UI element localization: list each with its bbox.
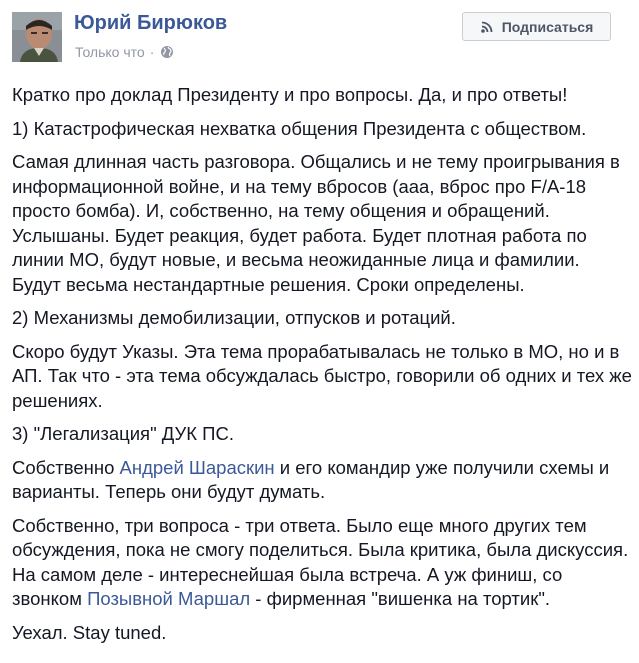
post-meta: Только что ·	[75, 44, 174, 60]
post-paragraph-4: 2) Механизмы демобилизации, отпусков и р…	[12, 307, 456, 328]
post-paragraph-8: Собственно, три вопроса - три ответа. Бы…	[12, 514, 632, 612]
avatar[interactable]	[12, 12, 62, 62]
post-text: Собственно	[12, 456, 120, 478]
post-header: Юрий Бирюков Только что · Подписаться	[0, 0, 639, 72]
post-paragraph-6: 3) "Легализация" ДУК ПС.	[12, 423, 234, 444]
post-body: Кратко про доклад Президенту и про вопро…	[12, 83, 632, 654]
subscribe-button[interactable]: Подписаться	[462, 12, 611, 41]
post-paragraph-2: 1) Катастрофическая нехватка общения Пре…	[12, 117, 587, 139]
post-paragraph-3: Самая длинная часть разговора. Общались …	[12, 151, 620, 295]
subscribe-label: Подписаться	[501, 18, 594, 35]
globe-icon[interactable]	[160, 45, 174, 59]
meta-separator: ·	[149, 44, 155, 60]
post-paragraph-9: Уехал. Stay tuned.	[12, 621, 167, 643]
author-name[interactable]: Юрий Бирюков	[74, 12, 227, 35]
rss-icon	[480, 20, 494, 34]
mention-link-andrey-sharaskin[interactable]: Андрей Шараскин	[120, 457, 275, 478]
post-paragraph-1: Кратко про доклад Президенту и про вопро…	[12, 84, 568, 105]
post-paragraph-7: Собственно Андрей Шараскин и его команди…	[12, 456, 632, 505]
mention-link-pozyvnoy-marshal[interactable]: Позывной Маршал	[87, 588, 250, 609]
post-text: - фирменная "вишенка на тортик".	[250, 588, 551, 609]
timestamp[interactable]: Только что	[75, 44, 145, 60]
post-paragraph-5: Скоро будут Указы. Эта тема прорабатывал…	[12, 340, 632, 411]
